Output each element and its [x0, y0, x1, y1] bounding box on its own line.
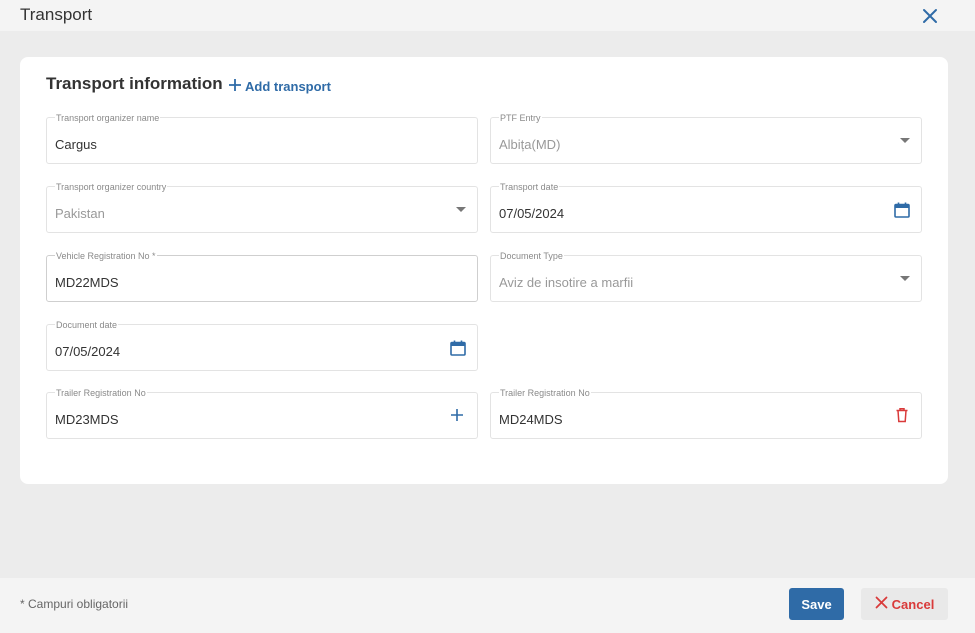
plus-icon [228, 78, 242, 95]
ptf-entry-select[interactable]: PTF Entry Albița(MD) [490, 113, 922, 164]
field-value: MD24MDS [499, 412, 563, 427]
field-value: MD23MDS [55, 412, 119, 427]
save-button[interactable]: Save [789, 588, 844, 620]
trailer-registration-field[interactable]: Trailer Registration No MD23MDS [46, 388, 478, 439]
plus-icon[interactable] [450, 408, 464, 427]
chevron-down-icon [900, 276, 910, 281]
field-value: Aviz de insotire a marfii [499, 275, 634, 290]
field-value: 07/05/2024 [499, 206, 565, 221]
field-label: Transport date [499, 182, 560, 192]
document-date-field[interactable]: Document date 07/05/2024 [46, 320, 478, 371]
field-value: 07/05/2024 [55, 344, 121, 359]
cancel-button[interactable]: Cancel [861, 588, 948, 620]
close-icon[interactable] [918, 4, 942, 28]
footer-bar: * Campuri obligatorii Save Cancel [0, 578, 975, 633]
window-title: Transport [20, 5, 93, 24]
field-label: Document date [55, 320, 119, 330]
transport-date-field[interactable]: Transport date 07/05/2024 [490, 182, 922, 233]
required-fields-note: * Campuri obligatorii [20, 597, 129, 611]
field-label: Vehicle Registration No * [55, 251, 157, 261]
cancel-label: Cancel [891, 596, 935, 612]
organizer-country-select[interactable]: Transport organizer country Pakistan [46, 182, 478, 233]
document-type-select[interactable]: Document Type Aviz de insotire a marfii [490, 251, 922, 302]
trailer-registration-field-2[interactable]: Trailer Registration No MD24MDS [490, 388, 922, 439]
field-label: PTF Entry [499, 113, 542, 123]
chevron-down-icon [456, 207, 466, 212]
vehicle-registration-field[interactable]: Vehicle Registration No * MD22MDS [46, 251, 478, 302]
organizer-name-field[interactable]: Transport organizer name Cargus [46, 113, 478, 164]
transport-info-card: Transport information Add transport Tran… [20, 57, 948, 484]
field-value: Albița(MD) [499, 137, 561, 152]
field-label: Document Type [499, 251, 564, 261]
field-value: Pakistan [55, 206, 105, 221]
calendar-icon[interactable] [449, 339, 467, 362]
chevron-down-icon [900, 138, 910, 143]
field-value: Cargus [55, 137, 97, 152]
trash-icon[interactable] [895, 407, 909, 428]
calendar-icon[interactable] [893, 201, 911, 224]
add-transport-button[interactable]: Add transport [228, 78, 331, 95]
window-header: Transport [0, 0, 975, 31]
close-icon [875, 596, 888, 612]
field-value: MD22MDS [55, 275, 119, 290]
section-title: Transport information [46, 74, 223, 93]
field-label: Transport organizer name [55, 113, 161, 123]
add-transport-label: Add transport [245, 79, 331, 94]
field-label: Transport organizer country [55, 182, 168, 192]
field-label: Trailer Registration No [55, 388, 147, 398]
field-label: Trailer Registration No [499, 388, 591, 398]
